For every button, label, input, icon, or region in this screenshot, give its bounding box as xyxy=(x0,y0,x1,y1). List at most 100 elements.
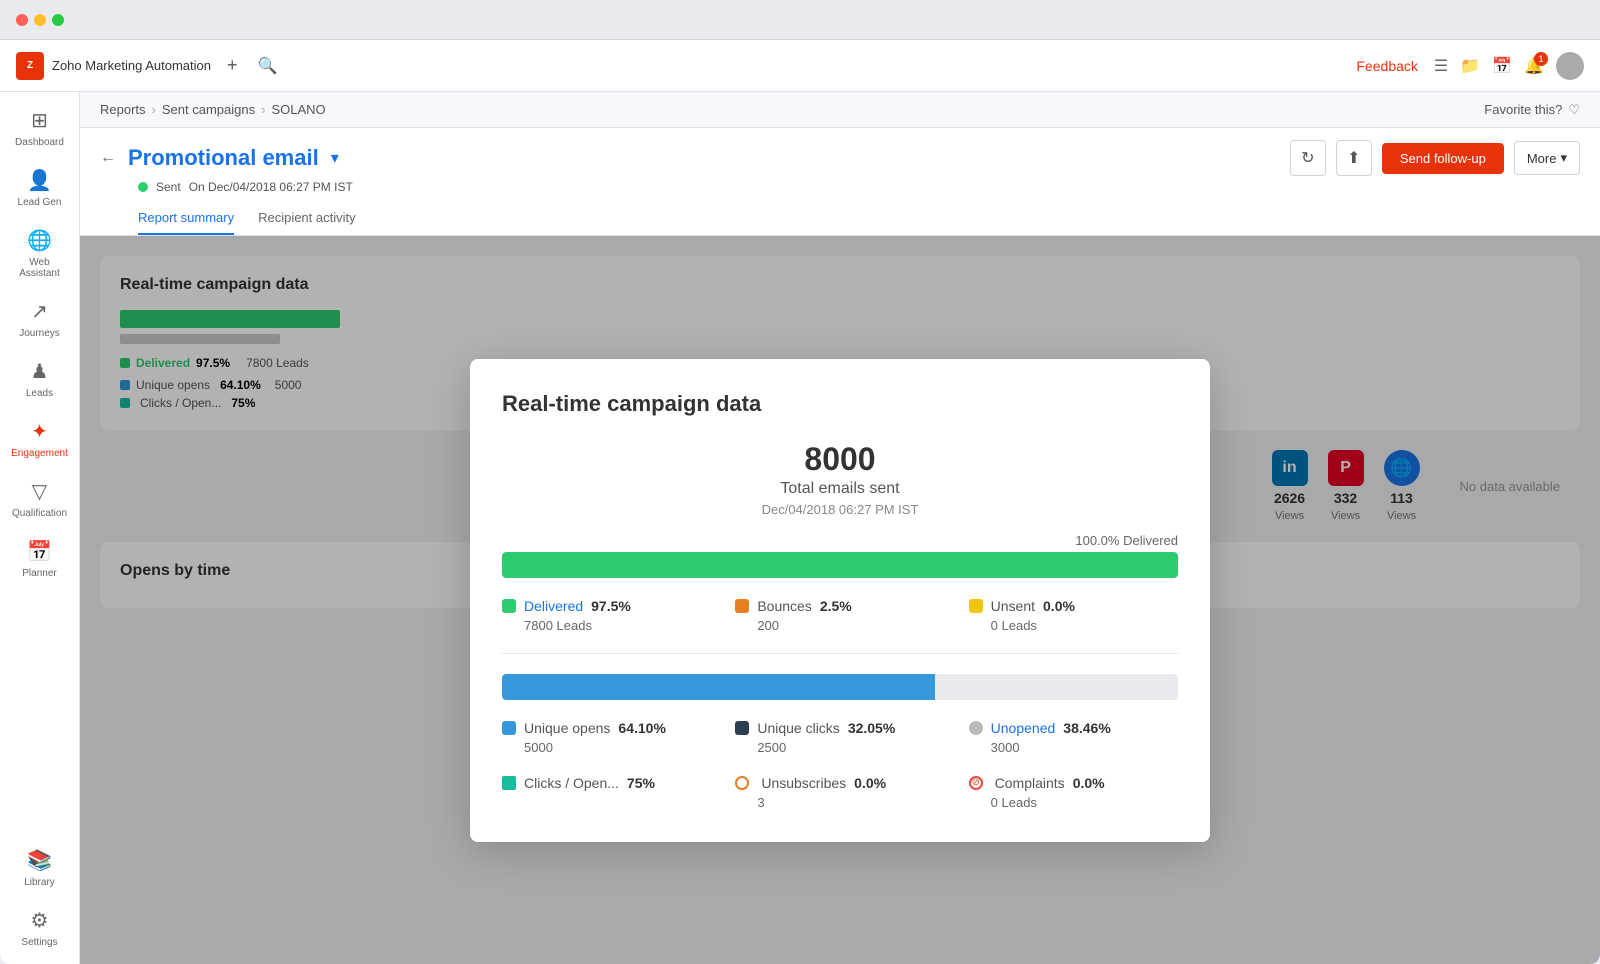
unsubscribes-row: Unsubscribes 0.0% xyxy=(735,775,944,791)
complaints-value: 0 Leads xyxy=(991,795,1178,810)
complaints-name: Complaints xyxy=(995,775,1065,791)
stats-grid-bottom: Unique opens 64.10% 5000 Unique clicks 3… xyxy=(502,720,1178,810)
unopened-value: 3000 xyxy=(991,740,1178,755)
campaign-title-row: ← Promotional email ▾ ↻ ⬆ Send follow-up… xyxy=(100,140,1580,176)
webassistant-icon: 🌐 xyxy=(27,228,52,253)
delivered-progress-bar xyxy=(502,552,1178,578)
delivered-name[interactable]: Delivered xyxy=(524,598,583,614)
bounces-pct: 2.5% xyxy=(820,598,852,614)
breadcrumb-reports[interactable]: Reports xyxy=(100,102,146,117)
sidebar-label-settings: Settings xyxy=(21,937,57,948)
maximize-button[interactable] xyxy=(52,14,64,26)
delivered-pct: 97.5% xyxy=(591,598,631,614)
delivered-bar-fill xyxy=(502,552,1178,578)
minimize-button[interactable] xyxy=(34,14,46,26)
tab-report-summary[interactable]: Report summary xyxy=(138,202,234,235)
calendar-icon[interactable]: 📅 xyxy=(1492,56,1512,76)
unique-opens-row: Unique opens 64.10% xyxy=(502,720,711,736)
sidebar-item-library[interactable]: 📚 Library xyxy=(4,840,76,896)
total-emails-date: Dec/04/2018 06:27 PM IST xyxy=(502,502,1178,517)
back-button[interactable]: ← xyxy=(100,149,116,167)
sidebar-label-engagement: Engagement xyxy=(11,448,68,459)
app-body: ⊞ Dashboard 👤 Lead Gen 🌐 Web Assistant ↗… xyxy=(0,92,1600,964)
complaints-row: ⊘ Complaints 0.0% xyxy=(969,775,1178,791)
sidebar-item-journeys[interactable]: ↗ Journeys xyxy=(4,291,76,347)
bounces-row: Bounces 2.5% xyxy=(735,598,944,614)
more-chevron-icon: ▾ xyxy=(1560,150,1567,166)
unsubscribes-name: Unsubscribes xyxy=(761,775,846,791)
sidebar-label-leads: Leads xyxy=(26,388,53,399)
tab-recipient-activity[interactable]: Recipient activity xyxy=(258,202,356,235)
delivered-color xyxy=(502,599,516,613)
unopened-pct: 38.46% xyxy=(1063,720,1110,736)
sidebar-item-leads[interactable]: ♟ Leads xyxy=(4,351,76,407)
bounces-color xyxy=(735,599,749,613)
share-button[interactable]: ⬆ xyxy=(1336,140,1372,176)
search-icon[interactable]: 🔍 xyxy=(254,52,282,80)
folder-icon[interactable]: 📁 xyxy=(1460,56,1480,76)
sidebar-item-qualification[interactable]: ▽ Qualification xyxy=(4,471,76,527)
unsent-color xyxy=(969,599,983,613)
clicks-open-row: Clicks / Open... 75% xyxy=(502,775,711,791)
settings-icon: ⚙ xyxy=(31,908,49,933)
feedback-button[interactable]: Feedback xyxy=(1356,58,1417,74)
sent-info: Sent On Dec/04/2018 06:27 PM IST xyxy=(138,180,1580,202)
unsubscribes-value: 3 xyxy=(757,795,944,810)
titlebar xyxy=(0,0,1600,40)
sidebar-item-planner[interactable]: 📅 Planner xyxy=(4,531,76,587)
complaints-stat: ⊘ Complaints 0.0% 0 Leads xyxy=(969,775,1178,810)
sidebar-item-settings[interactable]: ⚙ Settings xyxy=(4,900,76,956)
leadgen-icon: 👤 xyxy=(27,168,52,193)
close-button[interactable] xyxy=(16,14,28,26)
unique-clicks-stat: Unique clicks 32.05% 2500 xyxy=(735,720,944,755)
bounces-name: Bounces xyxy=(757,598,811,614)
sidebar-item-webassistant[interactable]: 🌐 Web Assistant xyxy=(4,220,76,287)
leads-icon: ♟ xyxy=(31,359,49,384)
brand-name: Zoho Marketing Automation xyxy=(52,58,211,73)
favorite-text: Favorite this? xyxy=(1484,102,1562,117)
planner-icon: 📅 xyxy=(27,539,52,564)
unique-clicks-value: 2500 xyxy=(757,740,944,755)
topnav: Z Zoho Marketing Automation + 🔍 Feedback… xyxy=(0,40,1600,92)
breadcrumb: Reports › Sent campaigns › SOLANO xyxy=(100,102,326,117)
sidebar-item-engagement[interactable]: ✦ Engagement xyxy=(4,411,76,467)
list-icon[interactable]: ☰ xyxy=(1434,56,1448,76)
unique-opens-name: Unique opens xyxy=(524,720,610,736)
modal-overlay[interactable]: Real-time campaign data 8000 Total email… xyxy=(80,236,1600,964)
unique-clicks-row: Unique clicks 32.05% xyxy=(735,720,944,736)
unopened-color xyxy=(969,721,983,735)
unsubscribes-stat: Unsubscribes 0.0% 3 xyxy=(735,775,944,810)
complaints-color: ⊘ xyxy=(969,776,983,790)
sidebar-item-leadgen[interactable]: 👤 Lead Gen xyxy=(4,160,76,216)
unopened-name[interactable]: Unopened xyxy=(991,720,1056,736)
send-followup-button[interactable]: Send follow-up xyxy=(1382,143,1504,174)
unsent-stat: Unsent 0.0% 0 Leads xyxy=(969,598,1178,633)
sidebar-label-journeys: Journeys xyxy=(19,328,60,339)
favorite-heart-icon[interactable]: ♡ xyxy=(1568,102,1580,118)
more-button[interactable]: More ▾ xyxy=(1514,141,1580,175)
campaign-tabs: Report summary Recipient activity xyxy=(138,202,1580,235)
opens-progress-bar xyxy=(502,674,1178,700)
unique-opens-stat: Unique opens 64.10% 5000 xyxy=(502,720,711,755)
unsubscribes-pct: 0.0% xyxy=(854,775,886,791)
topnav-icons: ☰ 📁 📅 🔔 1 xyxy=(1434,52,1584,80)
clicks-open-modal-pct: 75% xyxy=(627,775,655,791)
bounces-value: 200 xyxy=(757,618,944,633)
campaign-actions: ↻ ⬆ Send follow-up More ▾ xyxy=(1290,140,1580,176)
unsent-row: Unsent 0.0% xyxy=(969,598,1178,614)
breadcrumb-bar: Reports › Sent campaigns › SOLANO Favori… xyxy=(80,92,1600,128)
unique-opens-color xyxy=(502,721,516,735)
delivered-row: Delivered 97.5% xyxy=(502,598,711,614)
unique-clicks-pct: 32.05% xyxy=(848,720,895,736)
unsent-value: 0 Leads xyxy=(991,618,1178,633)
sidebar: ⊞ Dashboard 👤 Lead Gen 🌐 Web Assistant ↗… xyxy=(0,92,80,964)
delivered-value: 7800 Leads xyxy=(524,618,711,633)
refresh-button[interactable]: ↻ xyxy=(1290,140,1326,176)
breadcrumb-sent-campaigns[interactable]: Sent campaigns xyxy=(162,102,255,117)
notifications-icon[interactable]: 🔔 1 xyxy=(1524,56,1544,76)
sidebar-item-dashboard[interactable]: ⊞ Dashboard xyxy=(4,100,76,156)
campaign-dropdown-icon[interactable]: ▾ xyxy=(331,148,339,168)
new-tab-button[interactable]: + xyxy=(223,51,242,80)
avatar[interactable] xyxy=(1556,52,1584,80)
dashboard-icon: ⊞ xyxy=(31,108,48,133)
